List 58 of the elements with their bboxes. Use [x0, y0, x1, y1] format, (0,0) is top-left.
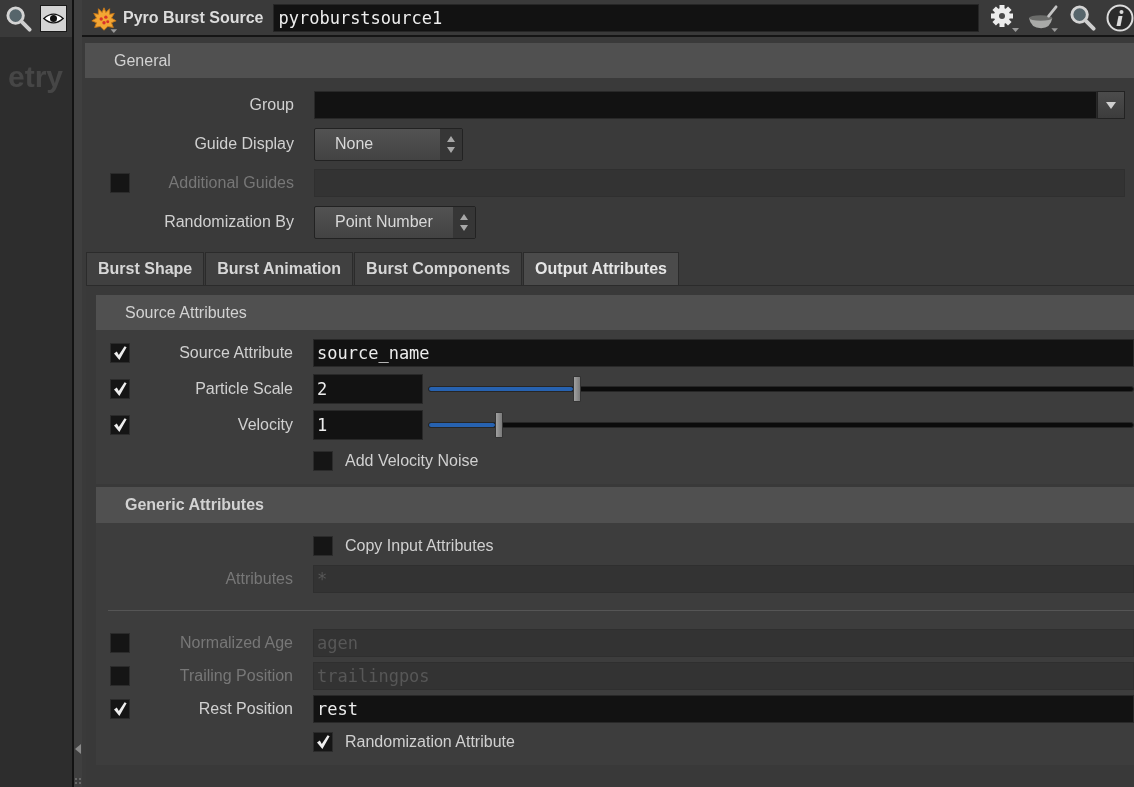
parameter-label: Group [248, 96, 294, 114]
parameter-label: Trailing Position [178, 666, 293, 685]
checkbox[interactable] [110, 698, 130, 719]
check-icon [315, 733, 331, 750]
slider-handle[interactable] [572, 375, 581, 402]
checkbox-label: Copy Input Attributes [345, 536, 494, 555]
grip-icon[interactable] [75, 778, 81, 784]
caret-icon [1106, 101, 1116, 109]
text-field[interactable]: source_name [313, 338, 1134, 367]
check-icon [112, 344, 128, 361]
node-name-field[interactable]: pyroburstsource1 [273, 3, 979, 32]
check-icon [112, 416, 128, 433]
checkbox-label: Randomization Attribute [345, 732, 515, 751]
parameter-label: Randomization By [163, 213, 294, 231]
checkbox[interactable] [110, 414, 130, 435]
text-field[interactable] [314, 91, 1097, 119]
tab[interactable]: Burst Components [354, 252, 523, 285]
text-field[interactable]: rest [313, 694, 1134, 723]
info-icon[interactable] [1106, 3, 1134, 32]
checkbox[interactable] [313, 450, 333, 471]
tab[interactable]: Burst Shape [86, 252, 205, 285]
up-down-arrows-icon [452, 206, 475, 238]
eye-icon [43, 12, 64, 25]
visibility-button[interactable] [40, 5, 67, 32]
left-arrow-icon[interactable] [75, 744, 81, 754]
dropdown[interactable]: None [314, 127, 463, 161]
tab[interactable]: Burst Animation [205, 252, 354, 285]
number-field[interactable]: 1 [313, 409, 423, 440]
up-down-arrows-icon [440, 128, 462, 160]
parameter-label: Rest Position [197, 699, 293, 718]
search-icon[interactable] [1069, 4, 1096, 31]
parameter-label: Velocity [236, 415, 293, 434]
check-icon [112, 380, 128, 397]
parameter-label: Attributes [224, 569, 293, 588]
parameter-label: Guide Display [193, 135, 294, 153]
checkbox[interactable] [313, 535, 333, 556]
node-type-label: Pyro Burst Source [123, 8, 264, 27]
checkbox-label: Add Velocity Noise [345, 451, 479, 470]
parameter-label: Normalized Age [179, 633, 293, 652]
number-field[interactable]: 2 [313, 373, 423, 404]
section-header: Source Attributes [96, 295, 1134, 330]
parameter-label: Additional Guides [167, 174, 294, 192]
section-header: Generic Attributes [96, 487, 1134, 523]
burst-icon[interactable] [90, 5, 118, 33]
parameter-label: Source Attribute [178, 343, 293, 362]
pan-icon[interactable] [1027, 3, 1059, 32]
slider-handle[interactable] [495, 411, 504, 438]
menu-button[interactable] [1097, 91, 1125, 119]
checkbox[interactable] [110, 342, 130, 363]
check-icon [112, 700, 128, 717]
checkbox[interactable] [110, 378, 130, 399]
parameter-label: Particle Scale [194, 379, 293, 398]
checkbox[interactable] [313, 731, 333, 752]
search-icon[interactable] [5, 5, 32, 32]
tab[interactable]: Output Attributes [523, 252, 679, 285]
dropdown[interactable]: Point Number [314, 205, 476, 239]
section-header: General [85, 43, 1134, 78]
gear-icon[interactable] [989, 2, 1019, 33]
